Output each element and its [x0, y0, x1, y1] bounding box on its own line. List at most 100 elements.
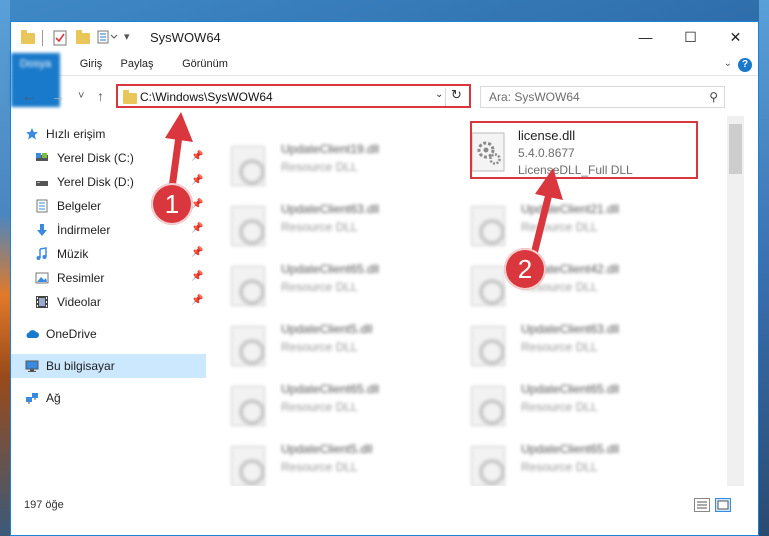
sidebar-item-label: Bu bilgisayar: [46, 359, 115, 373]
help-button[interactable]: ?: [738, 58, 752, 72]
view-options-icon[interactable]: [97, 30, 119, 46]
explorer-window: ▾ SysWOW64 — ☐ ✕ Dosya Giriş Paylaş Görü…: [10, 21, 759, 536]
sidebar-item-bu-bilgisayar[interactable]: Bu bilgisayar: [11, 354, 206, 378]
new-folder-icon[interactable]: [76, 30, 90, 46]
vertical-scrollbar[interactable]: [727, 116, 744, 486]
tab-gorunum[interactable]: Görünüm: [171, 53, 239, 76]
sidebar-item-label: Müzik: [57, 247, 89, 261]
expand-ribbon-icon[interactable]: ⌄: [724, 58, 732, 69]
toolbar-separator: [42, 30, 44, 46]
recent-locations-button[interactable]: ˅: [78, 90, 84, 102]
dll-file-icon: [231, 266, 265, 306]
dll-file-icon: [231, 326, 265, 366]
pictures-icon: [35, 272, 49, 284]
file-name: UpdateClient65.dll: [521, 442, 620, 456]
file-description: Resource DLL: [281, 400, 358, 414]
scrollbar-thumb[interactable]: [729, 124, 742, 174]
address-bar[interactable]: C:\Windows\SysWOW64 ⌄ ↻: [116, 84, 471, 108]
pin-icon[interactable]: 📌: [191, 295, 203, 306]
desktop-background-right: [759, 0, 769, 536]
file-item[interactable]: UpdateClient63.dll Resource DLL: [447, 318, 677, 372]
dll-file-icon: [231, 386, 265, 426]
sidebar-item-label: İndirmeler: [57, 223, 111, 237]
search-box[interactable]: Ara: SysWOW64 ⚲: [480, 86, 725, 108]
drive-icon: [36, 181, 48, 186]
file-description: Resource DLL: [521, 340, 598, 354]
file-name: UpdateClient65.dll: [521, 382, 620, 396]
pin-icon[interactable]: 📌: [191, 271, 203, 282]
dll-file-icon: [471, 326, 505, 366]
navigation-bar: ← → ˅ ↑ C:\Windows\SysWOW64 ⌄ ↻ Ara: Sys…: [11, 76, 758, 116]
file-item[interactable]: UpdateClient65.dll Resource DLL: [207, 378, 437, 432]
address-path: C:\Windows\SysWOW64: [140, 90, 273, 104]
pin-icon[interactable]: 📌: [191, 247, 203, 258]
close-button[interactable]: ✕: [713, 22, 758, 52]
file-name: UpdateClient5.dll: [281, 442, 373, 456]
file-item[interactable]: UpdateClient5.dll Resource DLL: [207, 438, 437, 486]
sidebar-item-label: Ağ: [46, 391, 61, 405]
sidebar-item-muzik[interactable]: Müzik 📌: [11, 242, 206, 266]
back-button[interactable]: ←: [22, 88, 36, 104]
drive-icon: [36, 153, 48, 161]
large-icons-view-icon[interactable]: [715, 498, 731, 512]
file-item[interactable]: UpdateClient5.dll Resource DLL: [207, 318, 437, 372]
download-icon: [37, 224, 47, 236]
step-1-badge: 1: [151, 183, 193, 225]
file-name: UpdateClient63.dll: [521, 322, 620, 336]
file-name: UpdateClient65.dll: [281, 382, 380, 396]
folder-icon: [21, 30, 35, 46]
maximize-button[interactable]: ☐: [668, 22, 713, 52]
search-icon[interactable]: ⚲: [709, 90, 718, 104]
file-item[interactable]: UpdateClient63.dll Resource DLL: [207, 198, 437, 252]
up-button[interactable]: ↑: [97, 88, 104, 104]
ribbon-tabs: Dosya Giriş Paylaş Görünüm ⌄ ?: [11, 53, 758, 107]
file-description: Resource DLL: [281, 460, 358, 474]
video-icon: [36, 296, 48, 308]
forward-button[interactable]: →: [51, 88, 65, 104]
minimize-button[interactable]: —: [623, 22, 668, 52]
sidebar-item-resimler[interactable]: Resimler 📌: [11, 266, 206, 290]
dll-file-icon: [231, 206, 265, 246]
refresh-icon[interactable]: ↻: [451, 87, 462, 103]
network-icon: [26, 393, 38, 404]
star-icon: [26, 128, 38, 140]
dll-file-icon: [471, 206, 505, 246]
sidebar-item-label: Yerel Disk (C:): [57, 151, 134, 165]
dll-file-icon: [231, 146, 265, 186]
item-count: 197 öğe: [24, 499, 64, 511]
sidebar-item-onedrive[interactable]: OneDrive: [11, 322, 206, 346]
computer-icon: [25, 360, 39, 372]
file-description: Resource DLL: [281, 280, 358, 294]
tab-paylas[interactable]: Paylaş: [115, 53, 159, 76]
dll-file-icon: [471, 386, 505, 426]
sidebar-item-videolar[interactable]: Videolar 📌: [11, 290, 206, 314]
file-name: UpdateClient63.dll: [281, 202, 380, 216]
file-description: Resource DLL: [521, 460, 598, 474]
tab-giris[interactable]: Giriş: [69, 53, 113, 76]
file-name: UpdateClient65.dll: [281, 262, 380, 276]
file-item[interactable]: UpdateClient65.dll Resource DLL: [207, 258, 437, 312]
customize-toolbar-icon[interactable]: ▾: [124, 30, 136, 46]
file-item[interactable]: UpdateClient65.dll Resource DLL: [447, 438, 677, 486]
details-view-icon[interactable]: [694, 498, 710, 512]
cloud-icon: [26, 330, 39, 338]
sidebar-item-label: OneDrive: [46, 327, 97, 341]
sidebar-item-label: Videolar: [57, 295, 101, 309]
pin-icon[interactable]: 📌: [191, 223, 203, 234]
sidebar-item-label: Yerel Disk (D:): [57, 175, 134, 189]
dll-file-icon: [471, 266, 505, 306]
address-dropdown-icon[interactable]: ⌄: [435, 89, 443, 100]
file-name: UpdateClient19.dll: [281, 142, 380, 156]
sidebar-item-label: Hızlı erişim: [46, 127, 106, 141]
dll-file-icon: [471, 446, 505, 486]
properties-icon[interactable]: [53, 30, 67, 46]
file-item[interactable]: UpdateClient65.dll Resource DLL: [447, 378, 677, 432]
file-description: Resource DLL: [281, 160, 358, 174]
desktop-background-left: [0, 0, 10, 536]
sidebar-item-ag[interactable]: Ağ: [11, 386, 206, 410]
sidebar-item-label: Belgeler: [57, 199, 102, 213]
search-input[interactable]: Ara: SysWOW64: [489, 90, 580, 104]
address-field[interactable]: C:\Windows\SysWOW64 ⌄: [120, 88, 446, 106]
music-icon: [36, 247, 47, 260]
file-item[interactable]: UpdateClient19.dll Resource DLL: [207, 138, 437, 192]
